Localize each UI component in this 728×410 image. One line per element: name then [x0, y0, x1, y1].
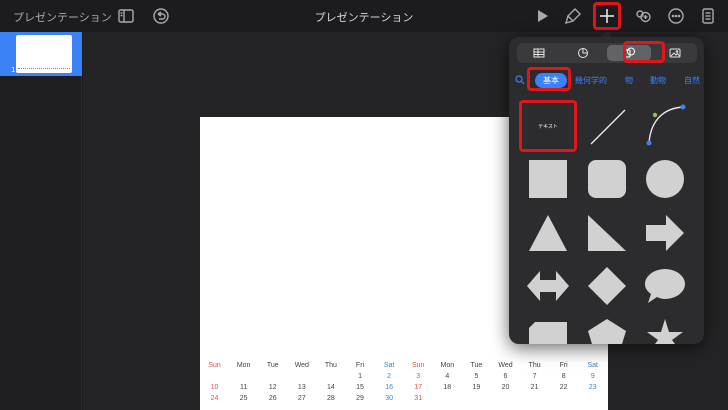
chart-icon	[578, 48, 588, 58]
more-icon[interactable]	[666, 6, 686, 26]
calendar-date-cell: 7	[532, 373, 537, 380]
calendar-date-cell: 18	[443, 384, 452, 391]
calendar-date-cell: 2	[387, 373, 392, 380]
add-icon[interactable]	[597, 6, 617, 26]
calendar-day-header: Sat	[587, 362, 599, 369]
collaborate-icon[interactable]	[632, 6, 652, 26]
calendar-day-header: Thu	[324, 362, 337, 369]
toolbar: プレゼンテーション プレゼンテーション	[0, 0, 728, 32]
document-icon[interactable]	[698, 6, 718, 26]
calendar-row: 10 11 12 13 14 15 16 17 18 19 20 21 22 23	[200, 382, 608, 393]
calendar-day-header: Sun	[411, 362, 425, 369]
calendar-date-cell: 29	[356, 395, 364, 402]
category-basic[interactable]: 基本	[535, 73, 567, 88]
calendar-day-header: Sun	[208, 362, 221, 369]
slide-navigator: 1	[0, 32, 82, 410]
play-icon[interactable]	[532, 6, 552, 26]
calendar-date-cell: 20	[501, 384, 510, 391]
calendar-date-cell: 3	[416, 373, 421, 380]
tab-media[interactable]	[653, 43, 697, 63]
category-nature[interactable]: 自然	[684, 75, 700, 86]
media-icon	[669, 48, 681, 58]
tab-table[interactable]	[517, 43, 561, 63]
calendar-day-header: Fri	[355, 362, 365, 369]
calendar-day-header: Tue	[470, 362, 483, 369]
calendar-date-cell: 12	[268, 384, 277, 391]
circle-shape[interactable]	[646, 160, 684, 198]
insert-shapes-popover: 基本 幾何学的 物 動物 自然 テキスト	[509, 37, 704, 344]
shapes-icon	[623, 47, 635, 58]
calendar-date-cell: 27	[297, 395, 306, 402]
diamond-shape[interactable]	[588, 267, 626, 305]
category-animals[interactable]: 動物	[650, 75, 666, 86]
calendar-day-header: Mon	[440, 362, 455, 369]
calendar-date-cell: 23	[588, 384, 597, 391]
calendar-date-cell: 25	[239, 395, 248, 402]
calendar-date-cell: 4	[445, 373, 450, 380]
calendar-date-cell: 13	[297, 384, 306, 391]
search-icon[interactable]	[515, 75, 525, 85]
presentation-title: プレゼンテーション	[314, 11, 414, 24]
calendar-date-cell: 15	[356, 384, 364, 391]
calendar-date-cell: 17	[414, 384, 423, 391]
calendar-date-cell: 9	[590, 373, 595, 380]
double-arrow-shape[interactable]	[527, 267, 569, 305]
calendar-header-row: Sun Mon Tue Wed Thu Fri Sat Sun Mon Tue Wed Thu Fri S…	[200, 360, 608, 371]
calendar-date-cell: 26	[268, 395, 277, 402]
calendar-date-cell: 30	[385, 395, 393, 402]
calendar-date-cell: 1	[358, 373, 362, 380]
calendar-date-cell: 14	[327, 384, 335, 391]
category-geometric[interactable]: 幾何学的	[575, 75, 607, 86]
category-objects[interactable]: 物	[625, 75, 633, 86]
table-icon	[533, 48, 545, 58]
slide-number: 1	[11, 66, 16, 74]
calendar-date-cell: 8	[561, 373, 566, 380]
calendar-date-cell: 11	[240, 384, 248, 391]
calendar-day-header: Wed	[294, 362, 309, 369]
square-shape[interactable]	[529, 160, 567, 198]
calendar-date-cell: 21	[530, 384, 539, 391]
calendar-date-cell: 5	[474, 373, 479, 380]
pentagon-shape[interactable]	[588, 319, 626, 344]
format-brush-icon[interactable]	[563, 6, 583, 26]
calendar-day-header: Sat	[383, 362, 395, 369]
calendar-date-cell: 16	[385, 384, 393, 391]
arrow-right-shape[interactable]	[646, 215, 684, 251]
calendar-date-cell: 6	[503, 373, 508, 380]
calendar-day-header: Thu	[528, 362, 541, 369]
triangle-shape[interactable]	[529, 215, 567, 251]
calendar-date-cell: 22	[559, 384, 568, 391]
right-triangle-shape[interactable]	[588, 215, 626, 251]
callout-square-shape[interactable]	[529, 319, 567, 344]
calendar-row: 1 2 3 4 5 6 7 8 9	[200, 371, 608, 382]
shape-category-bar: 基本 幾何学的 物 動物 自然	[509, 71, 704, 91]
curve-shape[interactable]	[645, 103, 689, 147]
calendar-date-cell: 10	[210, 384, 219, 391]
calendar-day-header: Fri	[559, 362, 568, 369]
calendar-day-header: Tue	[266, 362, 279, 369]
thumbnail-calendar-preview	[18, 68, 70, 70]
slide-thumbnail-selected[interactable]: 1	[0, 32, 82, 76]
calendar-row: 24 25 26 27 28 29 30 31	[200, 393, 608, 404]
calendar-date-cell: 31	[414, 395, 423, 402]
star-shape[interactable]	[646, 319, 684, 344]
calendar-day-header: Mon	[236, 362, 251, 369]
text-shape-tile[interactable]: テキスト	[521, 102, 575, 150]
rounded-square-shape[interactable]	[588, 160, 626, 198]
calendar-day-header: Wed	[498, 362, 513, 369]
speech-bubble-shape[interactable]	[645, 267, 685, 305]
calendar-date-cell: 28	[327, 395, 335, 402]
calendar-date-cell: 19	[472, 384, 481, 391]
line-shape[interactable]	[588, 107, 628, 147]
tab-shapes[interactable]	[607, 45, 651, 61]
insert-tab-bar	[517, 43, 697, 63]
calendar-date-cell: 24	[210, 395, 219, 402]
tab-chart[interactable]	[561, 43, 605, 63]
calendar-table[interactable]: Sun Mon Tue Wed Thu Fri Sat Sun Mon Tue Wed Thu Fri S…	[200, 360, 608, 410]
